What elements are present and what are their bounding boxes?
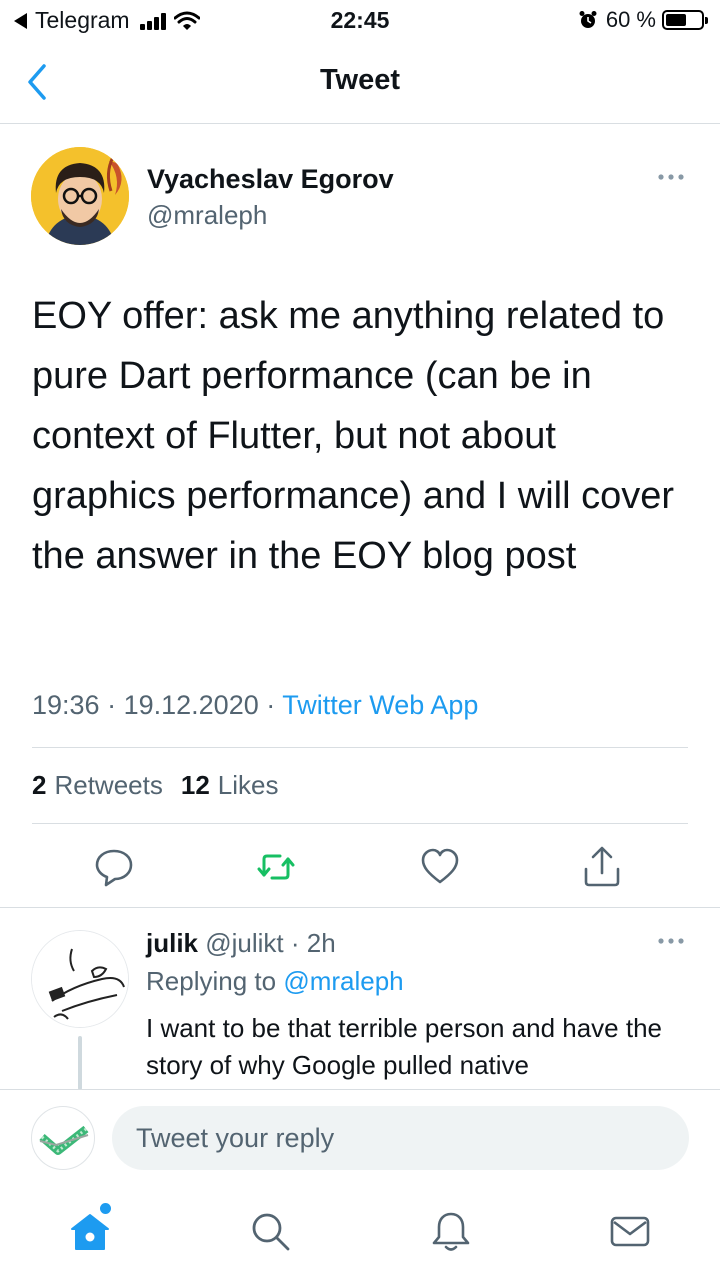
reply-age: 2h — [306, 928, 336, 958]
tweet-time: 19:36 — [32, 690, 100, 720]
author-avatar[interactable] — [31, 147, 129, 245]
meta-separator: · — [266, 690, 283, 720]
status-right: 60 % — [578, 7, 708, 33]
replying-to-prefix: Replying to — [146, 966, 277, 996]
status-bar: Telegram 22:45 60 % — [0, 0, 720, 40]
replying-to: Replying to @mraleph — [146, 966, 404, 997]
share-icon[interactable] — [582, 845, 622, 889]
reply-icon[interactable] — [94, 845, 134, 889]
alarm-icon — [579, 11, 597, 28]
retweet-icon[interactable] — [256, 845, 296, 889]
author-avatar-image — [31, 147, 129, 245]
tweet-actions — [0, 845, 720, 889]
messages-icon[interactable] — [608, 1209, 652, 1253]
author-handle[interactable]: @mraleph — [147, 200, 267, 231]
reply-avatar-image — [32, 931, 128, 1027]
like-icon[interactable] — [420, 845, 460, 889]
meta-separator: · — [107, 690, 124, 720]
replying-to-mention[interactable]: @mraleph — [283, 966, 403, 996]
reply-more-options-icon[interactable] — [656, 934, 686, 948]
retweets-label: Retweets — [54, 770, 163, 800]
tweet-meta: 19:36 · 19.12.2020 · Twitter Web App — [32, 690, 478, 721]
divider — [32, 823, 688, 824]
section-separator — [0, 907, 720, 908]
reply-avatar[interactable] — [31, 930, 129, 1028]
thread-line — [78, 1036, 82, 1090]
reply-author-name[interactable]: julik — [146, 928, 198, 958]
battery-icon — [662, 10, 708, 30]
tweet-text: EOY offer: ask me anything related to pu… — [32, 295, 675, 577]
reply-composer: Tweet your reply — [0, 1089, 720, 1189]
reply-input[interactable]: Tweet your reply — [112, 1106, 689, 1170]
likes-label: Likes — [217, 770, 279, 800]
reply-text: I want to be that terrible person and ha… — [146, 1013, 663, 1080]
checkmark-logo-icon — [39, 1125, 89, 1155]
reply-author-handle[interactable]: @julikt — [205, 928, 283, 958]
home-icon[interactable] — [68, 1209, 112, 1253]
notifications-icon[interactable] — [429, 1209, 473, 1253]
reply-meta-separator: · — [283, 928, 307, 958]
tweet-stats: 2 Retweets 12 Likes — [32, 770, 296, 801]
more-options-icon[interactable] — [656, 170, 686, 184]
tweet-source-link[interactable]: Twitter Web App — [282, 690, 478, 720]
likes-count: 12 — [180, 770, 210, 800]
retweets-stat[interactable]: 2 Retweets — [32, 770, 163, 801]
battery-percent: 60 % — [605, 7, 656, 32]
tweet-date: 19.12.2020 — [123, 690, 259, 720]
page-title: Tweet — [319, 64, 401, 96]
search-icon[interactable] — [248, 1209, 292, 1253]
likes-stat[interactable]: 12 Likes — [181, 770, 279, 801]
retweets-count: 2 — [32, 770, 47, 800]
author-name[interactable]: Vyacheslav Egorov — [147, 164, 394, 195]
reply-header: julik @julikt · 2h — [146, 928, 336, 959]
divider — [32, 747, 688, 748]
header: Tweet — [0, 40, 720, 124]
new-content-dot — [100, 1203, 111, 1214]
my-avatar[interactable] — [31, 1106, 95, 1170]
